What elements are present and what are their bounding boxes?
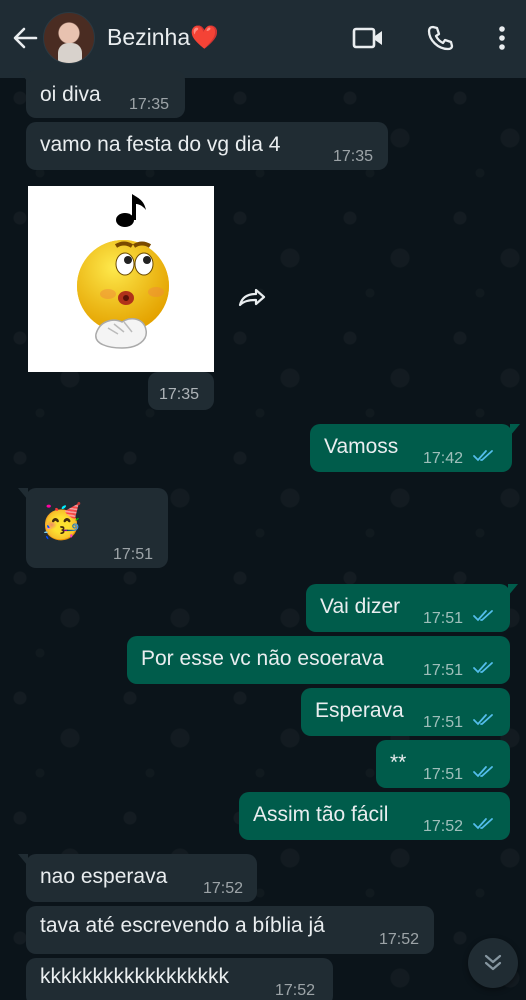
message-bubble-incoming[interactable]: oi diva 17:35 [18,70,185,118]
forward-icon[interactable] [232,280,272,314]
message-text: Vamoss [324,435,399,458]
message-text: oi diva [40,83,101,106]
message-text: Vai dizer [320,595,401,618]
message-text: nao esperava [40,865,168,888]
message-time: 17:52 [203,880,244,897]
message-time: 17:51 [423,766,464,783]
message-text: Por esse vc não esoerava [141,647,384,670]
more-options-icon[interactable] [484,20,520,56]
message-text: ** [390,751,407,774]
message-time: 17:35 [129,96,170,113]
music-note-icon [116,194,146,227]
message-text: tava até escrevendo a bíblia já [40,914,325,937]
message-time: 17:51 [423,714,464,731]
scroll-to-bottom-button[interactable] [468,938,518,988]
message-bubble-outgoing[interactable]: Esperava 17:51 [301,688,510,736]
read-ticks-icon [473,766,493,778]
avatar[interactable] [43,12,95,64]
message-bubble-outgoing[interactable]: Assim tão fácil 17:52 [239,792,510,840]
message-time: 17:52 [275,982,316,999]
read-ticks-icon [473,818,493,830]
sticker-image[interactable] [28,186,214,372]
back-arrow-icon[interactable] [10,22,40,54]
message-time: 17:35 [333,148,374,165]
message-time: 17:52 [423,818,464,835]
sticker-time-badge: 17:35 [148,372,214,410]
message-bubble-incoming[interactable]: nao esperava 17:52 [18,854,257,902]
message-time: 17:51 [423,662,464,679]
message-time: 17:35 [159,386,200,403]
message-text: kkkkkkkkkkkkkkkkkk [40,965,229,988]
message-time: 17:52 [379,931,420,948]
message-bubble-outgoing[interactable]: Por esse vc não esoerava 17:51 [127,636,510,684]
message-time: 17:51 [113,546,154,563]
read-ticks-icon [473,662,493,674]
message-bubble-incoming[interactable]: tava até escrevendo a bíblia já 17:52 [26,906,434,954]
message-bubble-outgoing[interactable]: Vai dizer 17:51 [306,584,518,632]
phone-call-icon[interactable] [422,20,458,56]
message-text: 🥳 [40,503,83,541]
read-ticks-icon [473,450,493,462]
message-time: 17:42 [423,450,464,467]
contact-name[interactable]: Bezinha❤️ [107,24,219,51]
message-text: vamo na festa do vg dia 4 [40,133,281,156]
read-ticks-icon [473,610,493,622]
message-text: Assim tão fácil [253,803,389,826]
chat-header: Bezinha❤️ [0,0,526,78]
message-bubble-incoming[interactable]: 🥳 17:51 [18,488,168,568]
message-text: Esperava [315,699,404,722]
message-bubble-outgoing[interactable]: ** 17:51 [376,740,510,788]
message-bubble-outgoing[interactable]: Vamoss 17:42 [310,424,520,472]
message-time: 17:51 [423,610,464,627]
video-call-icon[interactable] [350,20,386,56]
chevron-double-down-icon [484,954,502,971]
message-bubble-incoming[interactable]: vamo na festa do vg dia 4 17:35 [26,122,388,170]
message-bubble-incoming[interactable]: kkkkkkkkkkkkkkkkkk 17:52 [26,958,333,1000]
read-ticks-icon [473,714,493,726]
